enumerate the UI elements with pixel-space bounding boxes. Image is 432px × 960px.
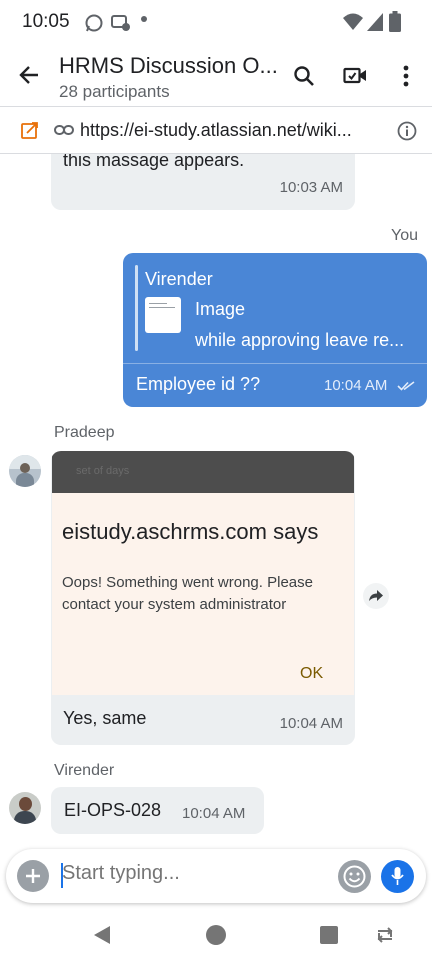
message-bubble-text[interactable]: EI-OPS-028 10:04 AM bbox=[51, 787, 264, 834]
rotate-screen-icon[interactable] bbox=[375, 926, 395, 944]
participants-count[interactable]: 28 participants bbox=[59, 82, 170, 102]
message-time: 10:04 AM bbox=[324, 377, 388, 394]
message-bubble-outgoing[interactable]: Virender Image while approving leave re.… bbox=[123, 253, 427, 407]
sender-name: Pradeep bbox=[54, 424, 115, 441]
more-vert-icon[interactable] bbox=[402, 65, 410, 87]
alert-dialog: eistudy.aschrms.com says Oops! Something… bbox=[52, 493, 354, 695]
message-caption: Yes, same bbox=[63, 708, 147, 728]
notification-dot-icon bbox=[141, 16, 147, 22]
dialog-body: Oops! Something went wrong. Please conta… bbox=[62, 574, 313, 613]
signal-icon bbox=[367, 13, 383, 31]
dialog-title: eistudy.aschrms.com says bbox=[62, 519, 319, 544]
microphone-icon bbox=[391, 867, 404, 885]
message-composer bbox=[6, 849, 426, 903]
pinned-link-url[interactable]: https://ei-study.atlassian.net/wiki... bbox=[80, 120, 384, 141]
emoji-button[interactable] bbox=[338, 860, 371, 893]
message-text: Employee id ?? bbox=[136, 374, 261, 394]
dialog-header-text: set of days bbox=[76, 465, 130, 477]
message-time: 10:03 AM bbox=[279, 179, 343, 196]
sender-label-you: You bbox=[391, 227, 418, 244]
status-bar: 10:05 bbox=[0, 0, 432, 44]
message-text: EI-OPS-028 bbox=[64, 800, 162, 820]
sender-name: Virender bbox=[54, 762, 115, 779]
message-bubble-image[interactable]: set of days eistudy.aschrms.com says Oop… bbox=[51, 451, 355, 745]
voice-message-button[interactable] bbox=[381, 860, 414, 893]
edit-pin-icon[interactable] bbox=[20, 120, 40, 140]
forward-icon bbox=[369, 590, 383, 601]
emoji-icon bbox=[343, 865, 366, 888]
message-time: 10:04 AM bbox=[279, 715, 343, 732]
status-time: 10:05 bbox=[22, 11, 70, 32]
pinned-link-bar[interactable]: https://ei-study.atlassian.net/wiki... bbox=[0, 106, 432, 154]
whatsapp-icon bbox=[85, 14, 103, 32]
wifi-icon bbox=[343, 13, 363, 30]
recents-nav-icon[interactable] bbox=[320, 926, 338, 944]
message-image[interactable]: set of days eistudy.aschrms.com says Oop… bbox=[52, 451, 354, 695]
add-attachment-button[interactable] bbox=[17, 860, 49, 892]
avatar[interactable] bbox=[9, 455, 41, 487]
search-icon[interactable] bbox=[293, 65, 315, 87]
avatar[interactable] bbox=[9, 792, 41, 824]
plus-icon bbox=[26, 869, 40, 883]
link-icon bbox=[54, 125, 74, 135]
system-nav-bar bbox=[0, 910, 432, 960]
quote-author: Virender bbox=[145, 269, 213, 289]
message-time: 10:04 AM bbox=[182, 805, 246, 822]
conversation-header: HRMS Discussion O... 28 participants bbox=[0, 44, 432, 106]
quote-text: while approving leave re... bbox=[195, 330, 405, 350]
battery-icon bbox=[389, 11, 401, 32]
video-call-icon[interactable] bbox=[343, 66, 367, 86]
forward-button[interactable] bbox=[363, 583, 389, 609]
quote-bar bbox=[135, 265, 138, 351]
quote-image-thumbnail[interactable] bbox=[145, 297, 181, 333]
message-input[interactable] bbox=[62, 862, 322, 885]
dialog-ok-button: OK bbox=[300, 665, 324, 682]
back-nav-icon[interactable] bbox=[93, 925, 111, 945]
read-receipt-icon bbox=[397, 381, 415, 391]
conversation-title[interactable]: HRMS Discussion O... bbox=[59, 53, 281, 79]
chat-notification-icon bbox=[111, 15, 130, 31]
home-nav-icon[interactable] bbox=[205, 924, 227, 946]
info-icon[interactable] bbox=[397, 121, 417, 141]
arrow-back-icon[interactable] bbox=[18, 64, 40, 86]
quote-type: Image bbox=[195, 299, 246, 319]
